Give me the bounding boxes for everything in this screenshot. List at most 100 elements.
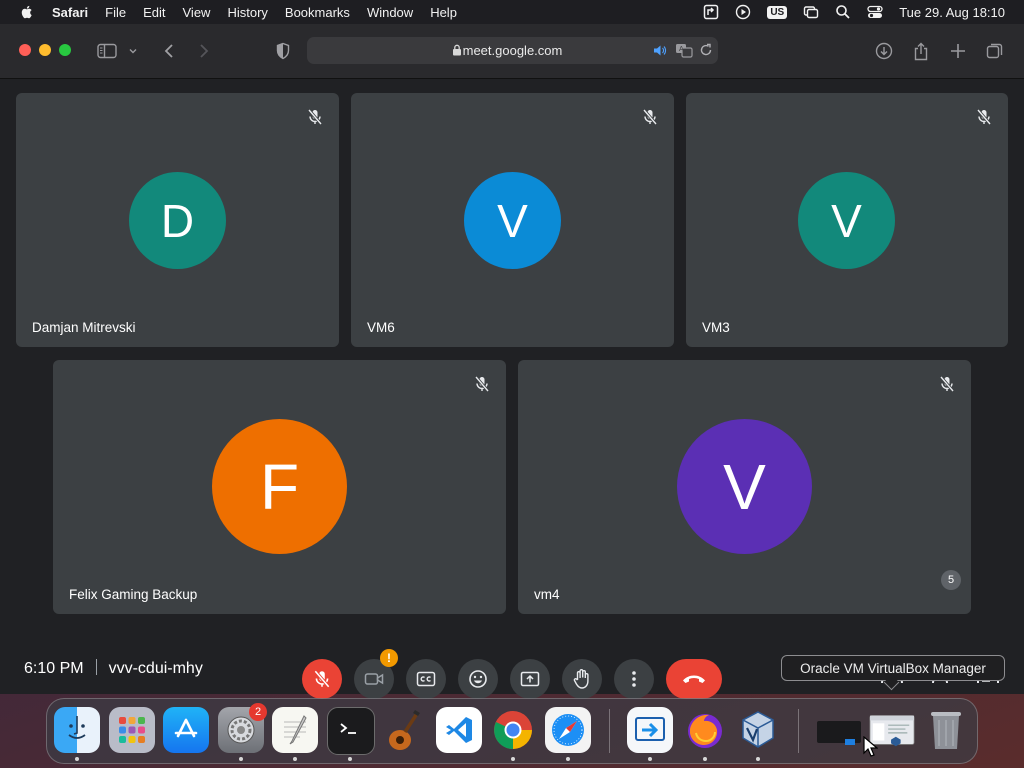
back-icon[interactable] [159, 41, 179, 61]
running-indicator [75, 757, 79, 761]
new-tab-icon[interactable] [948, 41, 968, 61]
privacy-shield-icon[interactable] [273, 41, 293, 61]
avatar: V [464, 172, 561, 269]
trash-icon[interactable] [923, 707, 969, 753]
participant-tile[interactable]: V VM3 [686, 93, 1008, 347]
closed-captions-icon [416, 671, 436, 687]
camera-icon [364, 673, 384, 685]
close-window-button[interactable] [19, 44, 31, 56]
address-bar[interactable]: meet.google.com A [307, 37, 718, 64]
participant-tile[interactable]: F Felix Gaming Backup [53, 360, 506, 614]
raise-hand-button[interactable] [562, 659, 602, 699]
menu-help[interactable]: Help [430, 5, 457, 20]
play-icon[interactable] [735, 4, 751, 20]
terminal-app-icon[interactable] [327, 707, 375, 755]
menu-bookmarks[interactable]: Bookmarks [285, 5, 350, 20]
textedit-app-icon[interactable] [272, 707, 318, 753]
more-options-button[interactable] [614, 659, 654, 699]
avatar: D [129, 172, 226, 269]
microphone-muted-icon [642, 109, 658, 125]
microphone-muted-icon [939, 376, 955, 392]
screen-share-app-icon[interactable] [627, 707, 673, 753]
running-indicator [511, 757, 515, 761]
chrome-app-icon[interactable] [490, 707, 536, 753]
app-store-icon[interactable] [163, 707, 209, 753]
avatar-initial: V [723, 450, 766, 523]
translate-icon[interactable]: A [675, 43, 693, 63]
dock-separator [798, 709, 799, 753]
firefox-app-icon[interactable] [682, 707, 728, 753]
running-indicator [566, 757, 570, 761]
audio-playing-icon[interactable] [653, 44, 667, 62]
participant-count-badge[interactable]: 5 [941, 570, 961, 590]
running-indicator [756, 757, 760, 761]
participant-name: VM6 [367, 320, 395, 335]
safari-app-icon[interactable] [545, 707, 591, 753]
apple-logo-icon[interactable] [19, 4, 35, 20]
participant-name: VM3 [702, 320, 730, 335]
microphone-muted-icon [976, 109, 992, 125]
chevron-down-icon[interactable] [126, 41, 140, 61]
camera-warning-badge[interactable]: ! [380, 649, 398, 667]
virtualbox-app-icon[interactable] [735, 707, 781, 753]
present-screen-button[interactable] [510, 659, 550, 699]
vscode-app-icon[interactable] [436, 707, 482, 753]
more-vertical-icon [632, 671, 636, 687]
menu-bar-clock[interactable]: Tue 29. Aug 18:10 [899, 5, 1005, 20]
launchpad-app-icon[interactable] [109, 707, 155, 753]
finder-app-icon[interactable] [54, 707, 100, 753]
downloads-icon[interactable] [874, 41, 894, 61]
participant-tile[interactable]: D Damjan Mitrevski [16, 93, 339, 347]
menu-file[interactable]: File [105, 5, 126, 20]
leave-call-button[interactable] [666, 659, 722, 699]
captions-button[interactable] [406, 659, 446, 699]
screen-mirroring-icon[interactable] [803, 4, 819, 20]
minimize-window-button[interactable] [39, 44, 51, 56]
avatar: F [212, 419, 347, 554]
sidebar-icon[interactable] [97, 41, 117, 61]
running-indicator [293, 757, 297, 761]
toggle-microphone-button[interactable] [302, 659, 342, 699]
minimized-window-icon[interactable] [815, 707, 861, 753]
screen-share-status-icon[interactable] [703, 4, 719, 20]
reload-icon[interactable] [699, 43, 713, 62]
emoji-icon [469, 670, 487, 688]
menu-window[interactable]: Window [367, 5, 413, 20]
menu-history[interactable]: History [227, 5, 267, 20]
mouse-cursor-icon [863, 736, 878, 757]
control-center-icon[interactable] [867, 4, 883, 20]
avatar-initial: F [259, 450, 300, 523]
meeting-code[interactable]: vvv-cdui-mhy [109, 660, 203, 677]
google-meet-call: D Damjan Mitrevski V VM6 V VM3 F Felix G… [0, 79, 1024, 699]
search-icon[interactable] [835, 4, 851, 20]
participant-name: Damjan Mitrevski [32, 320, 136, 335]
meeting-time: 6:10 PM [24, 660, 84, 677]
dock-separator [609, 709, 610, 753]
microphone-muted-icon [307, 109, 323, 125]
notification-badge: 2 [249, 703, 267, 721]
divider [95, 659, 97, 675]
microphone-off-icon [314, 670, 330, 688]
menu-view[interactable]: View [183, 5, 211, 20]
running-indicator [648, 757, 652, 761]
reactions-button[interactable] [458, 659, 498, 699]
zoom-window-button[interactable] [59, 44, 71, 56]
input-source-badge[interactable]: US [767, 5, 788, 19]
participant-name: Felix Gaming Backup [69, 587, 198, 602]
avatar-initial: D [160, 194, 195, 247]
menu-edit[interactable]: Edit [143, 5, 165, 20]
microphone-muted-icon [474, 376, 490, 392]
menu-app-name[interactable]: Safari [52, 5, 88, 20]
forward-icon[interactable] [194, 41, 214, 61]
participant-tile[interactable]: V vm4 [518, 360, 971, 614]
tab-overview-icon[interactable] [985, 41, 1005, 61]
share-icon[interactable] [911, 41, 931, 61]
running-indicator [348, 757, 352, 761]
hand-icon [573, 669, 589, 689]
participant-tile[interactable]: V VM6 [351, 93, 674, 347]
menu-bar: Safari File Edit View History Bookmarks … [0, 0, 1024, 24]
garageband-app-icon[interactable] [381, 707, 427, 753]
svg-text:A: A [679, 46, 684, 53]
running-indicator [703, 757, 707, 761]
avatar: V [677, 419, 812, 554]
